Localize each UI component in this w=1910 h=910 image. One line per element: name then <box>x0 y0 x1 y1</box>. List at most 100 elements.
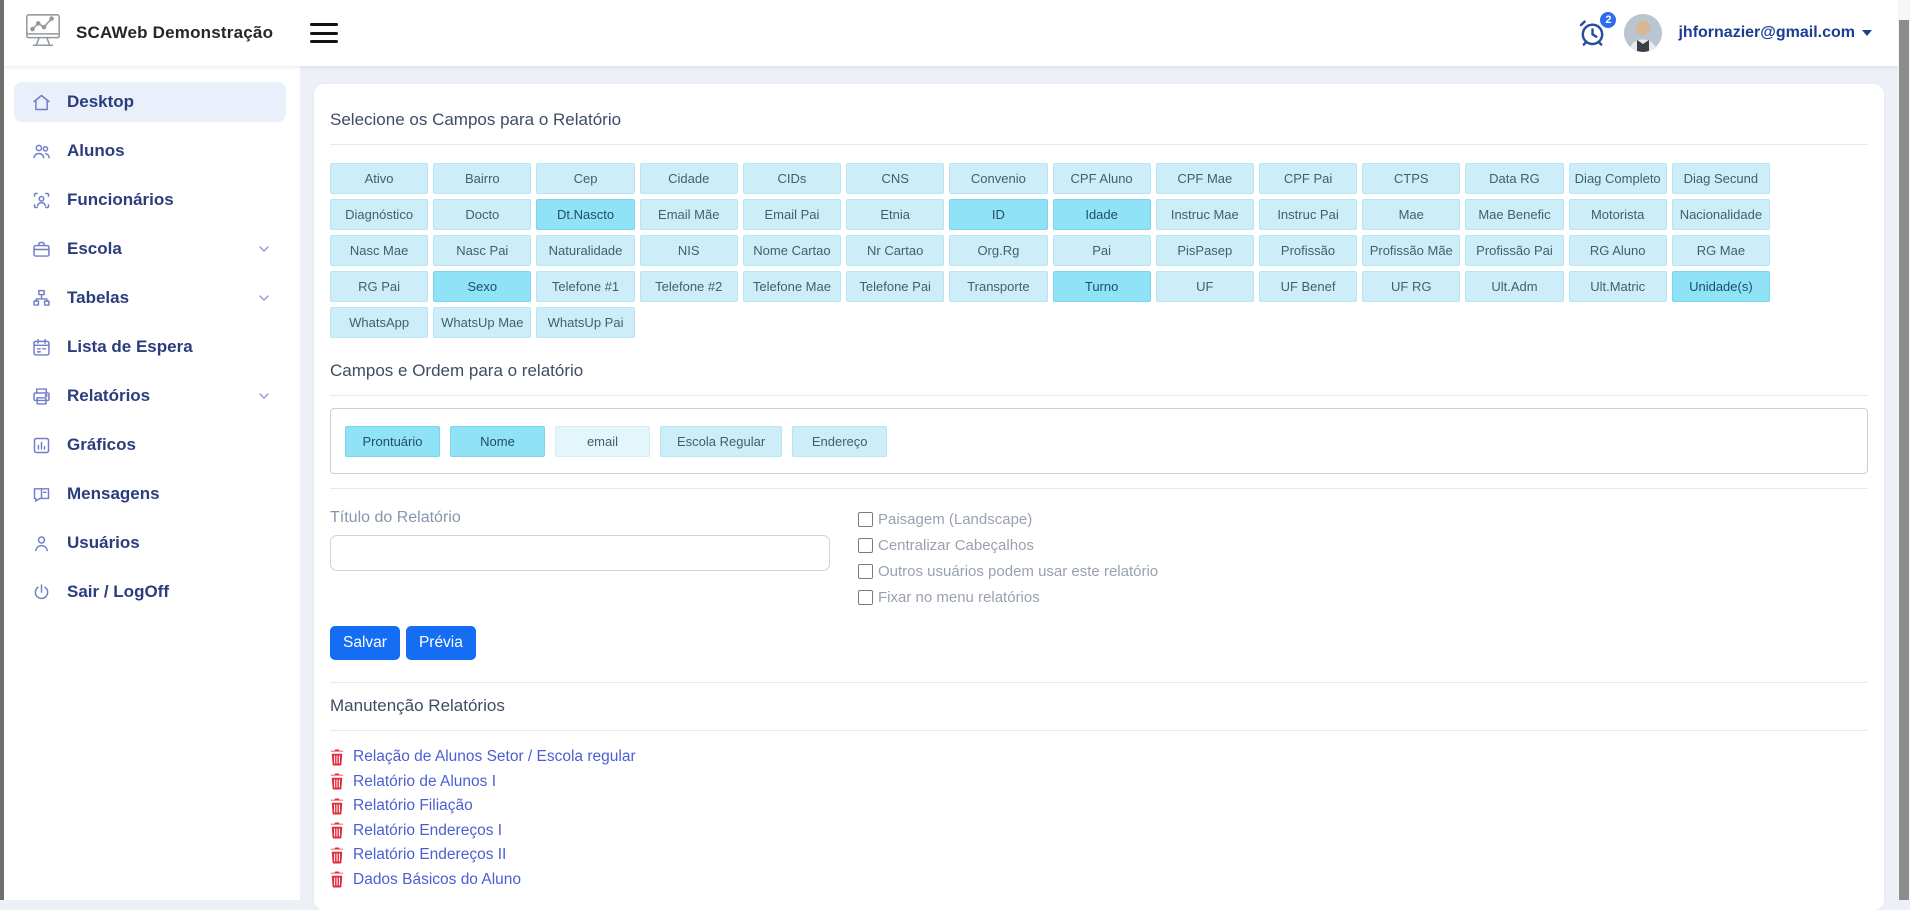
user-menu[interactable]: jhfornazier@gmail.com <box>1678 24 1872 42</box>
field-chip-profissao-pai[interactable]: Profissão Pai <box>1465 235 1563 266</box>
notification-badge[interactable]: 2 <box>1599 11 1617 29</box>
field-chip-transporte[interactable]: Transporte <box>949 271 1047 302</box>
ordered-field-chip-nome[interactable]: Nome <box>450 426 545 457</box>
delete-report-icon[interactable] <box>330 773 344 790</box>
sidebar-item-alunos[interactable]: Alunos <box>14 131 286 171</box>
option-paisagem-landscape[interactable]: Paisagem (Landscape) <box>858 511 1158 528</box>
field-chip-cep[interactable]: Cep <box>536 163 634 194</box>
field-chip-nr-cartao[interactable]: Nr Cartao <box>846 235 944 266</box>
field-chip-nome-cartao[interactable]: Nome Cartao <box>743 235 841 266</box>
field-chip-uf-rg[interactable]: UF RG <box>1362 271 1460 302</box>
delete-report-icon[interactable] <box>330 798 344 815</box>
checkbox[interactable] <box>858 512 873 527</box>
report-link[interactable]: Relação de Alunos Setor / Escola regular <box>353 748 636 766</box>
page-scrollbar[interactable] <box>1898 0 1910 900</box>
delete-report-icon[interactable] <box>330 847 344 864</box>
field-chip-cpf-mae[interactable]: CPF Mae <box>1156 163 1254 194</box>
report-link[interactable]: Dados Básicos do Aluno <box>353 871 521 889</box>
scrollbar-thumb[interactable] <box>1899 20 1909 900</box>
delete-report-icon[interactable] <box>330 749 344 766</box>
preview-button[interactable]: Prévia <box>406 626 476 660</box>
field-chip-telefone-1[interactable]: Telefone #1 <box>536 271 634 302</box>
field-chip-pai[interactable]: Pai <box>1053 235 1151 266</box>
notifications-button[interactable]: 2 <box>1578 18 1608 48</box>
ordered-field-chip-email[interactable]: email <box>555 426 650 457</box>
field-chip-diag-secund[interactable]: Diag Secund <box>1672 163 1770 194</box>
sidebar-item-funcionarios[interactable]: Funcionários <box>14 180 286 220</box>
sidebar-item-escola[interactable]: Escola <box>14 229 286 269</box>
field-chip-diag-completo[interactable]: Diag Completo <box>1569 163 1667 194</box>
field-chip-rg-aluno[interactable]: RG Aluno <box>1569 235 1667 266</box>
field-chip-ativo[interactable]: Ativo <box>330 163 428 194</box>
field-chip-org-rg[interactable]: Org.Rg <box>949 235 1047 266</box>
delete-report-icon[interactable] <box>330 871 344 888</box>
field-chip-motorista[interactable]: Motorista <box>1569 199 1667 230</box>
field-chip-ult-matric[interactable]: Ult.Matric <box>1569 271 1667 302</box>
checkbox[interactable] <box>858 564 873 579</box>
sidebar-item-usuarios[interactable]: Usuários <box>14 523 286 563</box>
field-chip-cids[interactable]: CIDs <box>743 163 841 194</box>
field-chip-whatsapp[interactable]: WhatsApp <box>330 307 428 338</box>
field-chip-profissao-mae[interactable]: Profissão Mãe <box>1362 235 1460 266</box>
field-chip-telefone-pai[interactable]: Telefone Pai <box>846 271 944 302</box>
ordered-field-chip-endereco[interactable]: Endereço <box>792 426 887 457</box>
option-outros-usuarios-podem-usar-este-relatorio[interactable]: Outros usuários podem usar este relatóri… <box>858 563 1158 580</box>
field-chip-idade[interactable]: Idade <box>1053 199 1151 230</box>
user-avatar[interactable] <box>1624 14 1662 52</box>
checkbox[interactable] <box>858 590 873 605</box>
sidebar-item-graficos[interactable]: Gráficos <box>14 425 286 465</box>
field-chip-dt-nascto[interactable]: Dt.Nascto <box>536 199 634 230</box>
field-chip-turno[interactable]: Turno <box>1053 271 1151 302</box>
field-chip-nasc-pai[interactable]: Nasc Pai <box>433 235 531 266</box>
save-button[interactable]: Salvar <box>330 626 400 660</box>
field-chip-telefone-mae[interactable]: Telefone Mae <box>743 271 841 302</box>
field-chip-uf-benef[interactable]: UF Benef <box>1259 271 1357 302</box>
field-chip-profissao[interactable]: Profissão <box>1259 235 1357 266</box>
field-chip-whatsup-pai[interactable]: WhatsUp Pai <box>536 307 634 338</box>
report-link[interactable]: Relatório Filiação <box>353 797 473 815</box>
field-chip-convenio[interactable]: Convenio <box>949 163 1047 194</box>
sidebar-item-lista-de-espera[interactable]: Lista de Espera <box>14 327 286 367</box>
field-chip-telefone-2[interactable]: Telefone #2 <box>640 271 738 302</box>
field-chip-email-pai[interactable]: Email Pai <box>743 199 841 230</box>
report-link[interactable]: Relatório Endereços II <box>353 846 506 864</box>
ordered-field-chip-prontuario[interactable]: Prontuário <box>345 426 440 457</box>
ordered-field-chip-escola-regular[interactable]: Escola Regular <box>660 426 782 457</box>
field-chip-mae-benefic[interactable]: Mae Benefic <box>1465 199 1563 230</box>
option-fixar-no-menu-relatorios[interactable]: Fixar no menu relatórios <box>858 589 1158 606</box>
field-chip-diagnostico[interactable]: Diagnóstico <box>330 199 428 230</box>
field-chip-instruc-pai[interactable]: Instruc Pai <box>1259 199 1357 230</box>
field-chip-instruc-mae[interactable]: Instruc Mae <box>1156 199 1254 230</box>
field-chip-cidade[interactable]: Cidade <box>640 163 738 194</box>
field-chip-whatsup-mae[interactable]: WhatsUp Mae <box>433 307 531 338</box>
menu-toggle-icon[interactable] <box>310 22 338 44</box>
sidebar-item-tabelas[interactable]: Tabelas <box>14 278 286 318</box>
field-chip-etnia[interactable]: Etnia <box>846 199 944 230</box>
field-chip-rg-mae[interactable]: RG Mae <box>1672 235 1770 266</box>
sidebar-item-relatorios[interactable]: Relatórios <box>14 376 286 416</box>
field-chip-sexo[interactable]: Sexo <box>433 271 531 302</box>
field-chip-bairro[interactable]: Bairro <box>433 163 531 194</box>
sidebar-item-mensagens[interactable]: Mensagens <box>14 474 286 514</box>
sidebar-item-desktop[interactable]: Desktop <box>14 82 286 122</box>
field-chip-rg-pai[interactable]: RG Pai <box>330 271 428 302</box>
field-chip-ult-adm[interactable]: Ult.Adm <box>1465 271 1563 302</box>
field-chip-naturalidade[interactable]: Naturalidade <box>536 235 634 266</box>
delete-report-icon[interactable] <box>330 822 344 839</box>
option-centralizar-cabecalhos[interactable]: Centralizar Cabeçalhos <box>858 537 1158 554</box>
field-chip-id[interactable]: ID <box>949 199 1047 230</box>
field-chip-cpf-aluno[interactable]: CPF Aluno <box>1053 163 1151 194</box>
sidebar-item-sair-logoff[interactable]: Sair / LogOff <box>14 572 286 612</box>
field-chip-pispasep[interactable]: PisPasep <box>1156 235 1254 266</box>
field-chip-email-mae[interactable]: Email Mãe <box>640 199 738 230</box>
field-chip-nasc-mae[interactable]: Nasc Mae <box>330 235 428 266</box>
field-chip-uf[interactable]: UF <box>1156 271 1254 302</box>
field-chip-docto[interactable]: Docto <box>433 199 531 230</box>
report-title-input[interactable] <box>330 535 830 571</box>
field-chip-cpf-pai[interactable]: CPF Pai <box>1259 163 1357 194</box>
field-chip-data-rg[interactable]: Data RG <box>1465 163 1563 194</box>
checkbox[interactable] <box>858 538 873 553</box>
field-chip-ctps[interactable]: CTPS <box>1362 163 1460 194</box>
field-chip-unidade-s[interactable]: Unidade(s) <box>1672 271 1770 302</box>
report-link[interactable]: Relatório Endereços I <box>353 822 502 840</box>
